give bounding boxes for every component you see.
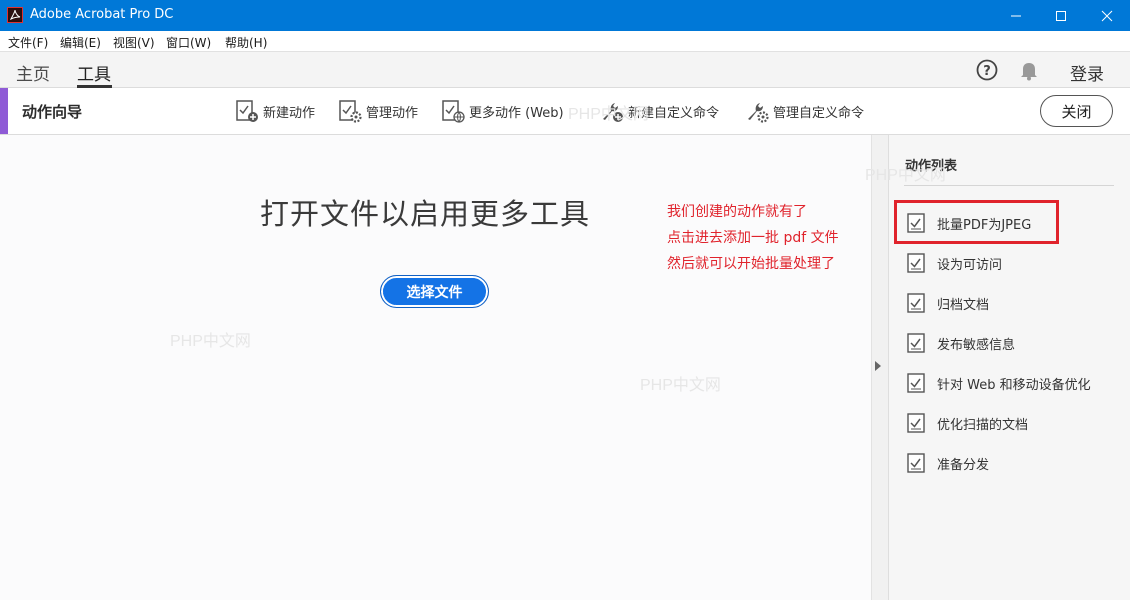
menu-bar: 文件(F) 编辑(E) 视图(V) 窗口(W) 帮助(H) bbox=[0, 31, 1130, 51]
tool-bar: 动作向导 新建动作 管理动作 更多动作 (Web) 新建自定义命令 管理自定义命… bbox=[0, 88, 1130, 135]
action-item[interactable]: 发布敏感信息 bbox=[907, 332, 1015, 354]
tab-tools[interactable]: 工具 bbox=[77, 60, 111, 85]
tool-accent-bar bbox=[0, 88, 8, 134]
open-file-heading: 打开文件以启用更多工具 bbox=[260, 197, 591, 231]
minimize-button[interactable] bbox=[993, 0, 1039, 31]
close-icon bbox=[1101, 10, 1113, 21]
maximize-icon bbox=[1056, 10, 1066, 21]
wrench-gear-icon bbox=[748, 103, 769, 123]
action-checklist-icon bbox=[907, 453, 925, 473]
maximize-button[interactable] bbox=[1038, 0, 1084, 31]
more-actions-web-label: 更多动作 (Web) bbox=[469, 105, 564, 121]
tab-home[interactable]: 主页 bbox=[16, 60, 50, 85]
manage-actions-label: 管理动作 bbox=[366, 105, 419, 121]
menu-file[interactable]: 文件(F) bbox=[8, 34, 48, 51]
action-item[interactable]: 归档文档 bbox=[907, 292, 989, 314]
new-action-icon bbox=[236, 100, 258, 122]
help-icon[interactable]: ? bbox=[976, 59, 998, 81]
action-item-label: 归档文档 bbox=[937, 297, 990, 313]
action-item-label: 发布敏感信息 bbox=[937, 337, 1016, 353]
close-tool-button[interactable]: 关闭 bbox=[1040, 95, 1113, 127]
menu-view[interactable]: 视图(V) bbox=[113, 34, 155, 51]
close-window-button[interactable] bbox=[1084, 0, 1130, 31]
collapse-panel-icon[interactable] bbox=[875, 361, 881, 371]
menu-window[interactable]: 窗口(W) bbox=[166, 34, 211, 51]
action-item[interactable]: 优化扫描的文档 bbox=[907, 412, 1028, 434]
window-title: Adobe Acrobat Pro DC bbox=[30, 7, 174, 22]
minimize-icon bbox=[1011, 15, 1021, 16]
action-checklist-icon bbox=[907, 333, 925, 353]
highlight-box bbox=[894, 200, 1059, 244]
action-item-label: 设为可访问 bbox=[937, 257, 1003, 273]
watermark: PHP中文网 bbox=[568, 106, 649, 123]
action-item[interactable]: 准备分发 bbox=[907, 452, 989, 474]
action-checklist-icon bbox=[907, 253, 925, 273]
bell-icon[interactable] bbox=[1018, 59, 1040, 81]
login-link[interactable]: 登录 bbox=[1070, 60, 1104, 85]
watermark: PHP中文网 bbox=[640, 377, 721, 394]
annotation-text: 我们创建的动作就有了 点击进去添加一批 pdf 文件 然后就可以开始批量处理了 bbox=[667, 199, 839, 277]
manage-custom-commands-label: 管理自定义命令 bbox=[773, 105, 865, 121]
select-file-button[interactable]: 选择文件 bbox=[380, 275, 489, 308]
svg-text:?: ? bbox=[983, 64, 991, 79]
new-action-label: 新建动作 bbox=[263, 105, 316, 121]
nav-bar: 主页 工具 ? 登录 bbox=[0, 51, 1130, 88]
manage-custom-commands-button[interactable]: 管理自定义命令 bbox=[745, 98, 864, 124]
annotation-line: 我们创建的动作就有了 bbox=[667, 204, 807, 220]
acrobat-logo-icon bbox=[7, 7, 23, 23]
action-item-label: 针对 Web 和移动设备优化 bbox=[937, 377, 1091, 393]
panel-separator bbox=[904, 185, 1114, 186]
annotation-line: 点击进去添加一批 pdf 文件 bbox=[667, 230, 839, 246]
action-checklist-icon bbox=[907, 413, 925, 433]
more-actions-web-icon bbox=[442, 100, 465, 123]
action-item[interactable]: 设为可访问 bbox=[907, 252, 1002, 274]
menu-edit[interactable]: 编辑(E) bbox=[60, 34, 101, 51]
manage-actions-button[interactable]: 管理动作 bbox=[338, 98, 418, 124]
watermark: PHP中文网 bbox=[865, 167, 946, 184]
action-item-label: 准备分发 bbox=[937, 457, 990, 473]
annotation-line: 然后就可以开始批量处理了 bbox=[667, 256, 835, 272]
manage-actions-icon bbox=[339, 100, 362, 123]
action-checklist-icon bbox=[907, 293, 925, 313]
title-bar: Adobe Acrobat Pro DC bbox=[0, 0, 1130, 31]
main-content: 打开文件以启用更多工具 选择文件 我们创建的动作就有了 点击进去添加一批 pdf… bbox=[0, 106, 871, 600]
action-item-label: 优化扫描的文档 bbox=[937, 417, 1029, 433]
new-action-button[interactable]: 新建动作 bbox=[235, 98, 315, 124]
action-item[interactable]: 针对 Web 和移动设备优化 bbox=[907, 372, 1091, 394]
watermark: PHP中文网 bbox=[170, 333, 251, 350]
tool-title: 动作向导 bbox=[22, 103, 83, 121]
more-actions-web-button[interactable]: 更多动作 (Web) bbox=[441, 98, 564, 124]
action-checklist-icon bbox=[907, 373, 925, 393]
menu-help[interactable]: 帮助(H) bbox=[225, 34, 267, 51]
